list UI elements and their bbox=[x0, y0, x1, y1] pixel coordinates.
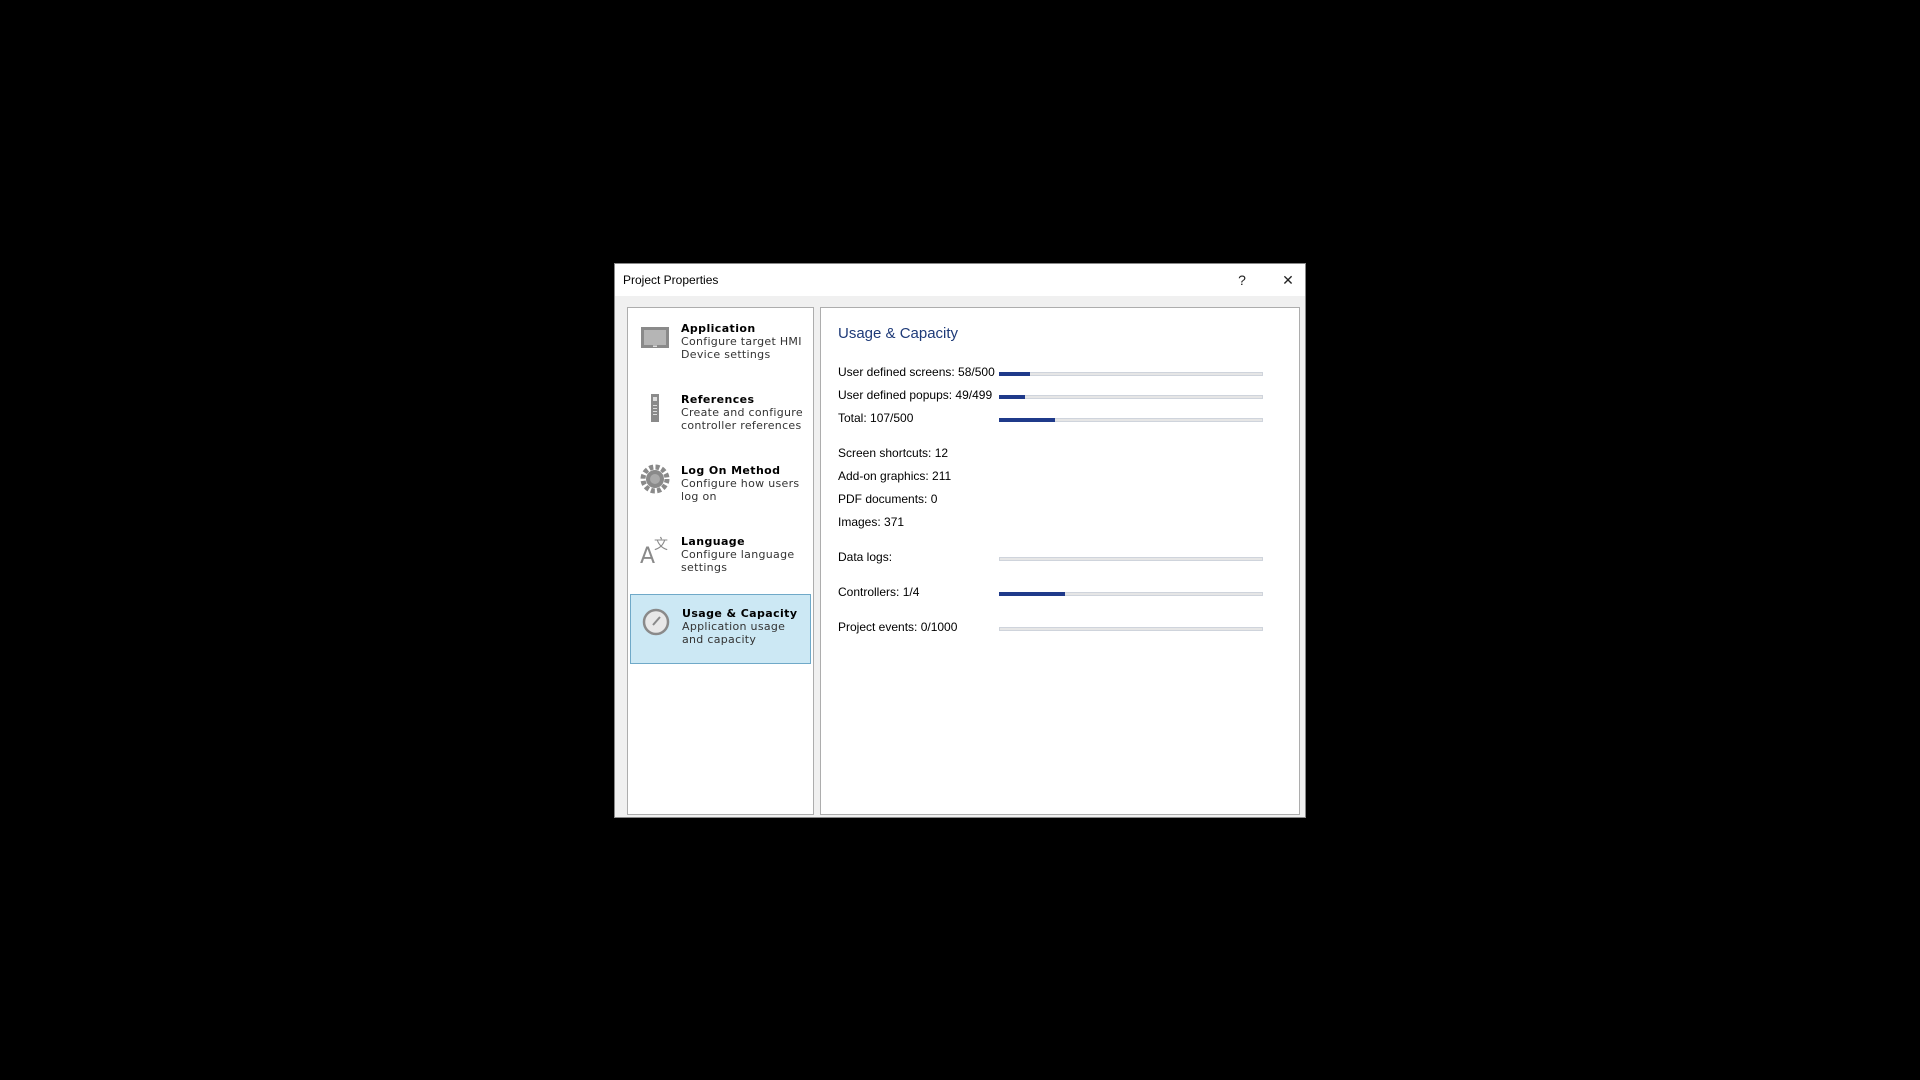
help-button[interactable]: ? bbox=[1227, 268, 1257, 292]
usage-label: User defined screens: 58/500 bbox=[838, 365, 995, 379]
usage-label: PDF documents: 0 bbox=[838, 492, 938, 506]
sidebar-item-log-on-method[interactable]: Log On Method Configure how users log on bbox=[630, 452, 811, 522]
usage-progress-fill bbox=[999, 395, 1025, 399]
sidebar-item-desc: Create and configure controller referenc… bbox=[681, 406, 803, 432]
controller-icon bbox=[651, 394, 659, 422]
sidebar-item-title: References bbox=[681, 393, 755, 406]
page-title: Usage & Capacity bbox=[838, 325, 959, 342]
usage-label: Data logs: bbox=[838, 550, 893, 564]
usage-label: Screen shortcuts: 12 bbox=[838, 446, 949, 460]
sidebar-item-usage-capacity[interactable]: Usage & Capacity Application usage and c… bbox=[630, 594, 811, 664]
window-title: Project Properties bbox=[623, 273, 719, 287]
usage-capacity-panel: Usage & Capacity User defined screens: 5… bbox=[820, 307, 1300, 815]
sidebar-item-language[interactable]: A文 Language Configure language settings bbox=[630, 523, 811, 593]
sidebar-item-application[interactable]: Application Configure target HMI Device … bbox=[630, 310, 811, 380]
sidebar-item-desc: Configure how users log on bbox=[681, 477, 800, 503]
project-properties-dialog: Project Properties ? ✕ Application Confi… bbox=[614, 263, 1306, 818]
usage-label: Images: 371 bbox=[838, 515, 905, 529]
sidebar-item-title: Usage & Capacity bbox=[682, 607, 798, 620]
usage-progress-bar bbox=[999, 592, 1263, 596]
usage-progress-bar bbox=[999, 557, 1263, 561]
close-button[interactable]: ✕ bbox=[1273, 268, 1303, 292]
usage-label: User defined popups: 49/499 bbox=[838, 388, 993, 402]
svg-text:文: 文 bbox=[654, 537, 668, 553]
category-sidebar: Application Configure target HMI Device … bbox=[627, 307, 814, 815]
usage-label: Total: 107/500 bbox=[838, 411, 914, 425]
sidebar-item-references[interactable]: References Create and configure controll… bbox=[630, 381, 811, 451]
usage-progress-bar bbox=[999, 627, 1263, 631]
monitor-icon bbox=[641, 327, 669, 348]
gauge-icon bbox=[642, 608, 670, 636]
usage-label: Controllers: 1/4 bbox=[838, 585, 920, 599]
sidebar-item-desc: Application usage and capacity bbox=[682, 620, 786, 646]
usage-label: Add-on graphics: 211 bbox=[838, 469, 952, 483]
language-icon: A文 bbox=[640, 537, 668, 565]
sidebar-item-title: Language bbox=[681, 535, 745, 548]
usage-progress-fill bbox=[999, 372, 1030, 376]
sidebar-item-title: Application bbox=[681, 322, 756, 335]
usage-progress-fill bbox=[999, 592, 1065, 596]
usage-progress-bar bbox=[999, 418, 1263, 422]
sidebar-item-desc: Configure language settings bbox=[681, 548, 795, 574]
title-bar: Project Properties ? ✕ bbox=[615, 264, 1305, 296]
sidebar-item-title: Log On Method bbox=[681, 464, 781, 477]
usage-progress-bar bbox=[999, 395, 1263, 399]
svg-text:A: A bbox=[640, 544, 655, 565]
sidebar-item-desc: Configure target HMI Device settings bbox=[681, 335, 802, 361]
usage-label: Project events: 0/1000 bbox=[838, 620, 958, 634]
usage-progress-bar bbox=[999, 372, 1263, 376]
gear-icon bbox=[640, 464, 670, 494]
usage-progress-fill bbox=[999, 418, 1056, 422]
